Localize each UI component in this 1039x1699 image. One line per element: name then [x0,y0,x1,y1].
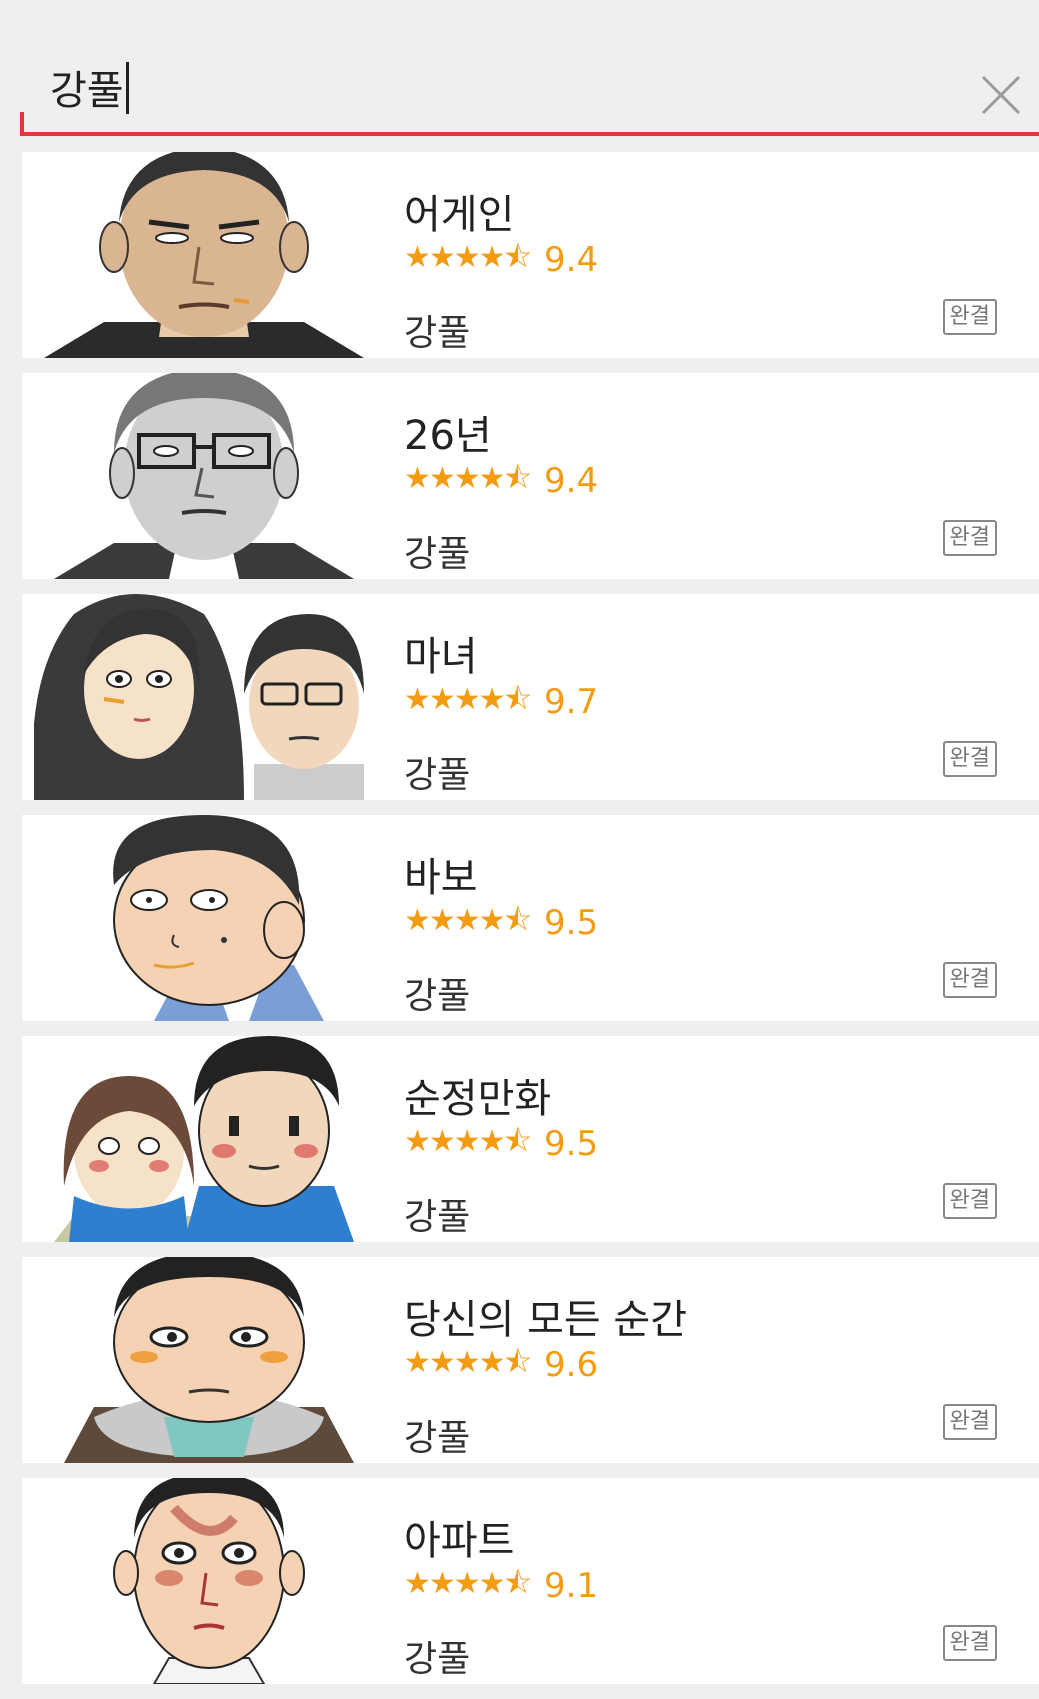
comic-thumbnail [34,1036,374,1242]
result-item[interactable]: 26년 ★★★★⯪ 9.4 강풀 완결 [22,373,1039,579]
rating-row: ★★★★⯪ 9.5 [404,903,599,944]
rating-row: ★★★★⯪ 9.4 [404,461,599,502]
rating-score: 9.6 [544,1345,599,1385]
search-query: 강풀 [50,68,124,114]
text-caret [125,62,129,114]
webtoon-title: 26년 [404,413,492,459]
rating-score: 9.1 [544,1566,599,1606]
rating-row: ★★★★⯪ 9.4 [404,240,599,281]
close-icon [981,75,1021,115]
star-rating-icon: ★★★★⯪ [404,1565,532,1601]
webtoon-title: 바보 [404,855,478,901]
rating-row: ★★★★⯪ 9.6 [404,1345,599,1386]
comic-thumbnail [34,594,374,800]
result-item[interactable]: 어게인 ★★★★⯪ 9.4 강풀 완결 [22,152,1039,358]
author-name: 강풀 [404,534,471,575]
comic-thumbnail [34,815,374,1021]
author-name: 강풀 [404,1639,471,1680]
result-item[interactable]: 바보 ★★★★⯪ 9.5 강풀 완결 [22,815,1039,1021]
star-rating-icon: ★★★★⯪ [404,681,532,717]
comic-thumbnail [34,373,374,579]
completed-badge: 완결 [942,1625,997,1662]
star-rating-icon: ★★★★⯪ [404,1123,532,1159]
search-bar: 강풀 [0,0,1039,140]
webtoon-title: 아파트 [404,1518,515,1564]
result-item[interactable]: 순정만화 ★★★★⯪ 9.5 강풀 완결 [22,1036,1039,1242]
rating-score: 9.7 [544,682,599,722]
rating-score: 9.5 [544,903,599,943]
search-input[interactable]: 강풀 [50,62,129,114]
result-item[interactable]: 마녀 ★★★★⯪ 9.7 강풀 완결 [22,594,1039,800]
rating-score: 9.4 [544,461,599,501]
rating-score: 9.5 [544,1124,599,1164]
webtoon-title: 어게인 [404,192,515,238]
author-name: 강풀 [404,1197,471,1238]
rating-score: 9.4 [544,240,599,280]
star-rating-icon: ★★★★⯪ [404,460,532,496]
rating-row: ★★★★⯪ 9.7 [404,682,599,723]
author-name: 강풀 [404,976,471,1017]
rating-row: ★★★★⯪ 9.5 [404,1124,599,1165]
completed-badge: 완결 [942,299,997,336]
webtoon-title: 당신의 모든 순간 [404,1297,688,1343]
clear-search-button[interactable] [980,74,1022,116]
completed-badge: 완결 [942,520,997,557]
completed-badge: 완결 [942,1183,997,1220]
completed-badge: 완결 [942,1404,997,1441]
completed-badge: 완결 [942,741,997,778]
webtoon-title: 마녀 [404,634,478,680]
star-rating-icon: ★★★★⯪ [404,1344,532,1380]
search-underline [20,132,1039,136]
rating-row: ★★★★⯪ 9.1 [404,1566,599,1607]
search-results-list: 어게인 ★★★★⯪ 9.4 강풀 완결 26년 ★★★★⯪ 9.4 강풀 완결 … [22,152,1039,1699]
comic-thumbnail [34,152,374,358]
author-name: 강풀 [404,313,471,354]
completed-badge: 완결 [942,962,997,999]
webtoon-title: 순정만화 [404,1076,552,1122]
comic-thumbnail [34,1478,374,1684]
result-item[interactable]: 당신의 모든 순간 ★★★★⯪ 9.6 강풀 완결 [22,1257,1039,1463]
star-rating-icon: ★★★★⯪ [404,902,532,938]
comic-thumbnail [34,1257,374,1463]
star-rating-icon: ★★★★⯪ [404,239,532,275]
author-name: 강풀 [404,1418,471,1459]
result-item[interactable]: 아파트 ★★★★⯪ 9.1 강풀 완결 [22,1478,1039,1684]
author-name: 강풀 [404,755,471,796]
